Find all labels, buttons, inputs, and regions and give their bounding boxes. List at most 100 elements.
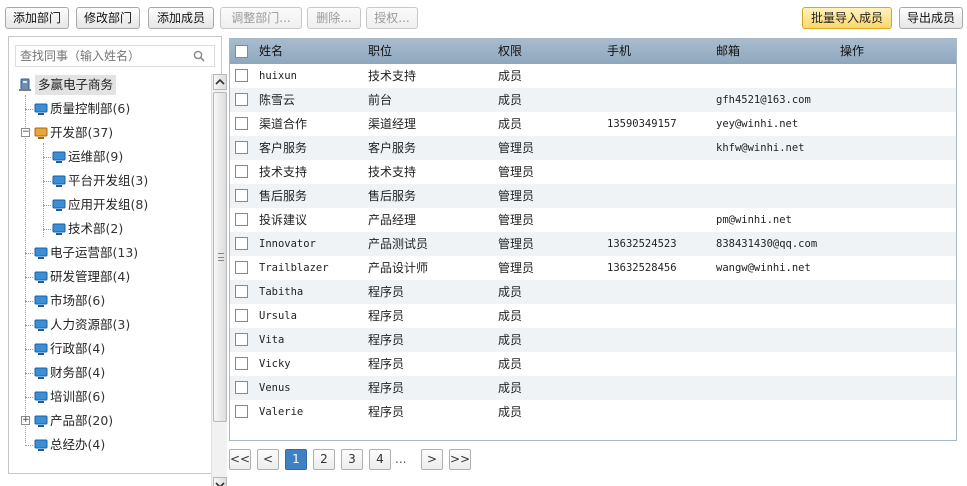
table-row[interactable]: 渠道合作 渠道经理 成员 13590349157 yey@winhi.net xyxy=(230,112,956,136)
add-member-button[interactable]: 添加成员 xyxy=(148,7,214,29)
row-checkbox[interactable] xyxy=(235,165,248,178)
row-checkbox[interactable] xyxy=(235,285,248,298)
chevron-down-icon xyxy=(215,482,225,486)
add-department-button[interactable]: 添加部门 xyxy=(5,7,69,29)
authorize-button[interactable]: 授权... xyxy=(366,7,418,29)
column-header-mobile[interactable]: 手机 xyxy=(607,39,631,64)
page-ellipsis: ... xyxy=(395,452,407,466)
tree-node-label: 总经办(4) xyxy=(50,437,106,452)
scroll-up-button[interactable] xyxy=(213,74,227,90)
company-icon xyxy=(19,78,31,91)
table-row[interactable]: Trailblazer 产品设计师 管理员 13632528456 wangw@winh… xyxy=(230,256,956,280)
row-checkbox[interactable] xyxy=(235,237,248,250)
tree-node-label: 电子运营部(13) xyxy=(50,245,139,260)
table-row[interactable]: Vicky 程序员 成员 xyxy=(230,352,956,376)
tree-node-label: 财务部(4) xyxy=(50,365,106,380)
cell-permission: 管理员 xyxy=(498,141,535,155)
scroll-down-button[interactable] xyxy=(213,477,227,486)
page-button[interactable]: 2 xyxy=(313,449,335,470)
scroll-thumb[interactable] xyxy=(213,92,227,422)
prev-page-button[interactable]: < xyxy=(257,449,279,470)
row-checkbox[interactable] xyxy=(235,69,248,82)
tree-connector xyxy=(43,157,51,158)
column-header-position[interactable]: 职位 xyxy=(368,39,392,64)
column-header-email[interactable]: 邮箱 xyxy=(716,39,740,64)
row-checkbox[interactable] xyxy=(235,381,248,394)
row-checkbox[interactable] xyxy=(235,189,248,202)
row-checkbox[interactable] xyxy=(235,405,248,418)
table-row[interactable]: 技术支持 技术支持 管理员 xyxy=(230,160,956,184)
table-row[interactable]: Tabitha 程序员 成员 xyxy=(230,280,956,304)
expand-toggle[interactable]: + xyxy=(21,416,30,425)
row-checkbox[interactable] xyxy=(235,261,248,274)
cell-name: 客户服务 xyxy=(259,141,308,155)
cell-position: 技术支持 xyxy=(368,165,417,179)
column-header-actions[interactable]: 操作 xyxy=(840,39,864,64)
table-row[interactable]: 陈雪云 前台 成员 gfh4521@163.com xyxy=(230,88,956,112)
cell-name: Venus xyxy=(259,382,291,394)
cell-email: pm@winhi.net xyxy=(716,214,792,226)
cell-position: 售后服务 xyxy=(368,189,417,203)
tree-node-label: 开发部(37) xyxy=(50,125,114,140)
search-icon[interactable] xyxy=(193,50,205,62)
tree-connector xyxy=(25,95,26,443)
tree-connector xyxy=(25,253,33,254)
first-page-button[interactable]: << xyxy=(229,449,251,470)
row-checkbox[interactable] xyxy=(235,309,248,322)
cell-permission: 管理员 xyxy=(498,237,535,251)
export-members-button[interactable]: 导出成员 xyxy=(899,7,963,29)
row-checkbox[interactable] xyxy=(235,213,248,226)
page-button[interactable]: 3 xyxy=(341,449,363,470)
table-row[interactable]: Innovator 产品测试员 管理员 13632524523 838431430@qq… xyxy=(230,232,956,256)
row-checkbox[interactable] xyxy=(235,357,248,370)
cell-name: Innovator xyxy=(259,238,316,250)
next-page-button[interactable]: > xyxy=(421,449,443,470)
cell-permission: 成员 xyxy=(498,117,523,131)
tree-connector xyxy=(25,109,33,110)
table-row[interactable]: 客户服务 客户服务 管理员 khfw@winhi.net xyxy=(230,136,956,160)
table-row[interactable]: 售后服务 售后服务 管理员 xyxy=(230,184,956,208)
tree-connector xyxy=(25,277,33,278)
table-row[interactable]: Valerie 程序员 成员 xyxy=(230,400,956,424)
row-checkbox[interactable] xyxy=(235,333,248,346)
row-checkbox[interactable] xyxy=(235,93,248,106)
colleague-search-input[interactable] xyxy=(16,46,188,66)
table-row[interactable]: Ursula 程序员 成员 xyxy=(230,304,956,328)
collapse-toggle[interactable]: − xyxy=(21,128,30,137)
cell-position: 程序员 xyxy=(368,285,405,299)
table-row[interactable]: Venus 程序员 成员 xyxy=(230,376,956,400)
cell-mobile: 13632524523 xyxy=(607,238,677,250)
column-header-permission[interactable]: 权限 xyxy=(498,39,522,64)
cell-name: Vita xyxy=(259,334,285,346)
cell-name: Valerie xyxy=(259,406,304,418)
cell-position: 产品测试员 xyxy=(368,237,429,251)
row-checkbox[interactable] xyxy=(235,141,248,154)
delete-button[interactable]: 删除... xyxy=(307,7,361,29)
grip-icon xyxy=(218,253,224,261)
tree-node-label: 运维部(9) xyxy=(68,149,124,164)
department-icon xyxy=(34,247,48,259)
edit-department-button[interactable]: 修改部门 xyxy=(76,7,140,29)
cell-position: 程序员 xyxy=(368,333,405,347)
select-all-checkbox[interactable] xyxy=(235,45,248,58)
cell-position: 产品设计师 xyxy=(368,261,429,275)
table-row[interactable]: huixun 技术支持 成员 xyxy=(230,64,956,88)
department-icon xyxy=(34,415,48,427)
last-page-button[interactable]: >> xyxy=(449,449,471,470)
tree-connector xyxy=(43,205,51,206)
tree-scrollbar[interactable] xyxy=(211,74,227,486)
tree-connector xyxy=(43,229,51,230)
column-header-name[interactable]: 姓名 xyxy=(259,39,283,64)
colleague-search-box xyxy=(15,45,215,67)
page-button[interactable]: 1 xyxy=(285,449,307,470)
cell-position: 程序员 xyxy=(368,405,405,419)
row-checkbox[interactable] xyxy=(235,117,248,130)
cell-email: gfh4521@163.com xyxy=(716,94,811,106)
cell-name: Vicky xyxy=(259,358,291,370)
cell-name: 渠道合作 xyxy=(259,117,308,131)
adjust-department-button[interactable]: 调整部门... xyxy=(220,7,302,29)
table-row[interactable]: 投诉建议 产品经理 管理员 pm@winhi.net xyxy=(230,208,956,232)
batch-import-members-button[interactable]: 批量导入成员 xyxy=(802,7,892,29)
page-button[interactable]: 4 xyxy=(369,449,391,470)
table-row[interactable]: Vita 程序员 成员 xyxy=(230,328,956,352)
